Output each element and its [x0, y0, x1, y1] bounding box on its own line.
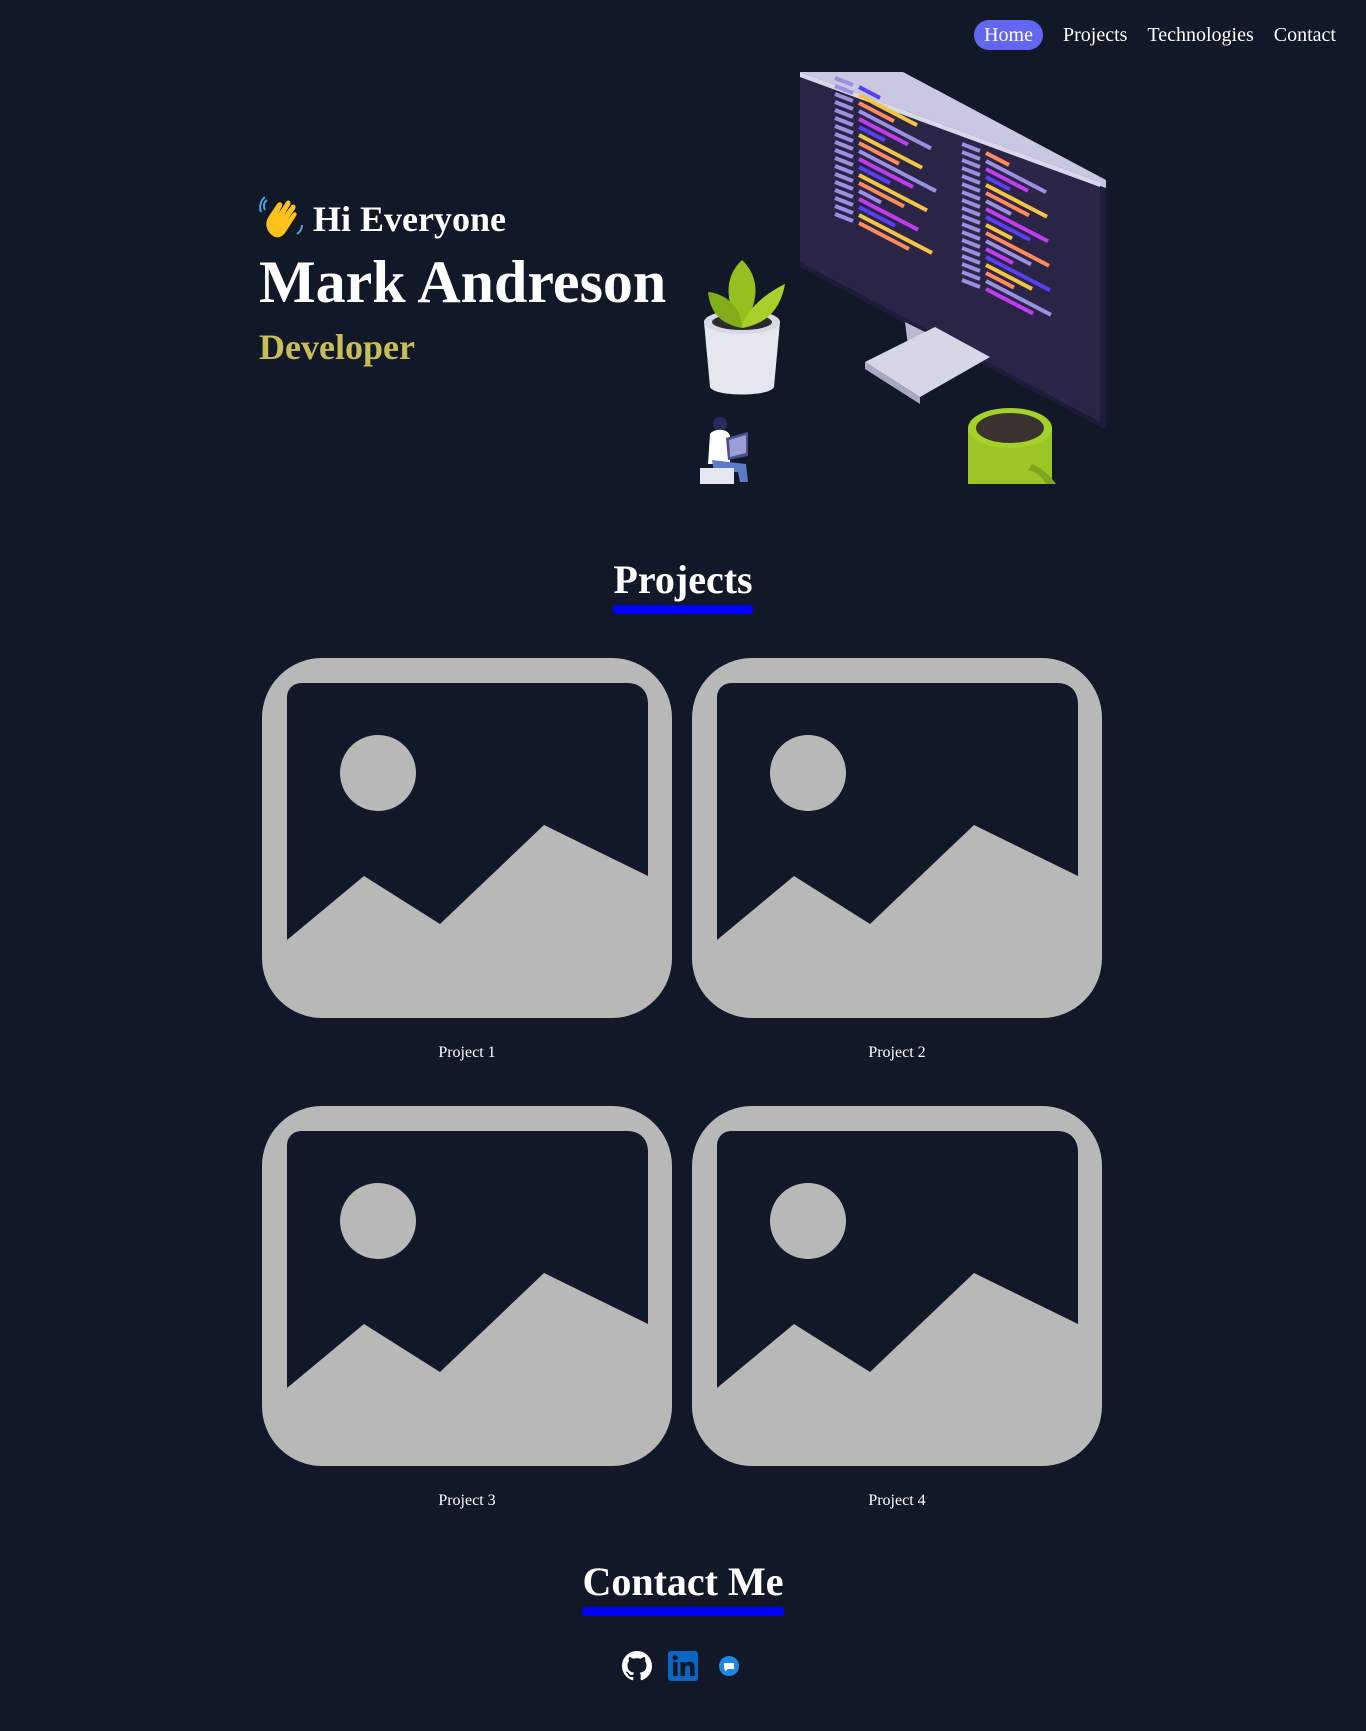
- hero-role: Developer: [259, 327, 415, 367]
- waving-hand-icon: [259, 196, 305, 242]
- github-icon[interactable]: [621, 1650, 653, 1682]
- contact-heading: Contact Me: [0, 1560, 1366, 1616]
- nav-home[interactable]: Home: [974, 20, 1043, 50]
- hero-name: Mark Andreson: [259, 249, 667, 315]
- project-label: Project 3: [438, 1492, 496, 1509]
- image-placeholder-icon: [692, 1106, 1102, 1466]
- hero-text: Hi Everyone Mark Andreson Developer: [259, 196, 666, 368]
- nav-projects[interactable]: Projects: [1053, 20, 1137, 50]
- contact-links: [0, 1650, 1366, 1682]
- image-placeholder-icon: [262, 658, 672, 1018]
- contact-heading-text: Contact Me: [582, 1560, 784, 1616]
- greeting-text: Hi Everyone: [313, 199, 506, 239]
- projects-heading-text: Projects: [613, 558, 753, 614]
- linkedin-icon[interactable]: [667, 1650, 699, 1682]
- project-card[interactable]: Project 4: [692, 1106, 1102, 1554]
- image-placeholder-icon: [262, 1106, 672, 1466]
- chat-icon[interactable]: [713, 1650, 745, 1682]
- nav-contact[interactable]: Contact: [1264, 20, 1346, 50]
- project-label: Project 4: [868, 1492, 926, 1509]
- project-card[interactable]: Project 2: [692, 658, 1102, 1106]
- developer-desk-illustration: [700, 72, 1110, 484]
- projects-grid: Project 1 Project 2 Project 3 Project 4: [262, 658, 1104, 1554]
- nav-technologies[interactable]: Technologies: [1137, 20, 1263, 50]
- project-label: Project 2: [868, 1044, 926, 1061]
- image-placeholder-icon: [692, 658, 1102, 1018]
- project-label: Project 1: [438, 1044, 496, 1061]
- top-nav: Home Projects Technologies Contact: [974, 20, 1346, 50]
- project-card[interactable]: Project 3: [262, 1106, 672, 1554]
- project-card[interactable]: Project 1: [262, 658, 672, 1106]
- projects-heading: Projects: [0, 558, 1366, 614]
- greeting: Hi Everyone: [259, 196, 666, 242]
